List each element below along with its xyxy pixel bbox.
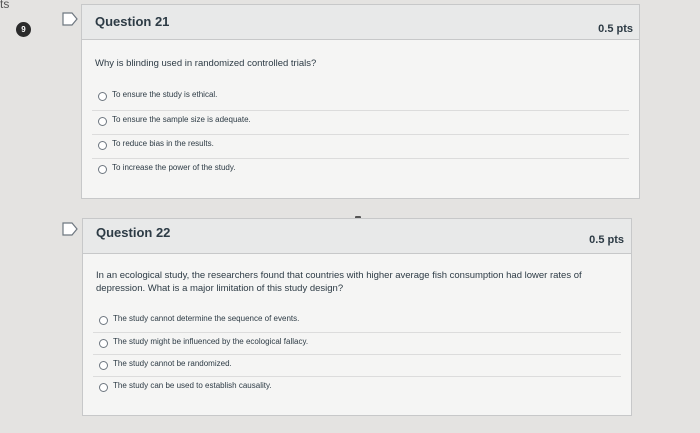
radio-button[interactable] [99,316,108,325]
answer-option[interactable]: To ensure the study is ethical. [92,86,629,108]
answer-option[interactable]: To ensure the sample size is adequate. [92,110,629,133]
flag-question-21-icon[interactable] [62,12,78,26]
answer-label: The study cannot be randomized. [113,359,232,368]
question-22-title: Question 22 [96,225,171,240]
answer-label: To ensure the study is ethical. [112,90,218,99]
answer-option[interactable]: The study can be used to establish causa… [93,376,621,399]
radio-button[interactable] [99,383,108,392]
answer-label: To increase the power of the study. [112,163,236,172]
edge-text-fragment: ts [0,0,10,11]
answer-option[interactable]: To reduce bias in the results. [92,134,629,157]
question-21-text: Why is blinding used in randomized contr… [95,58,317,69]
flag-question-22-icon[interactable] [62,222,78,236]
answer-label: The study might be influenced by the eco… [113,337,309,346]
radio-button[interactable] [99,339,108,348]
radio-button[interactable] [98,165,107,174]
question-21-card: Question 21 0.5 pts Why is blinding used… [81,4,640,199]
question-21-points: 0.5 pts [598,23,633,35]
answer-label: To ensure the sample size is adequate. [112,115,251,124]
radio-button[interactable] [99,361,108,370]
question-22-header: Question 22 0.5 pts [83,219,631,254]
answer-option[interactable]: To increase the power of the study. [92,158,629,181]
question-22-text: In an ecological study, the researchers … [96,270,582,294]
radio-button[interactable] [98,92,107,101]
answer-option[interactable]: The study might be influenced by the eco… [93,332,621,355]
question-22-points: 0.5 pts [589,234,624,246]
question-22-card: Question 22 0.5 pts In an ecological stu… [82,218,632,416]
answer-label: The study can be used to establish causa… [113,381,272,390]
answer-label: To reduce bias in the results. [112,139,214,148]
answer-option[interactable]: The study cannot determine the sequence … [93,310,621,332]
radio-button[interactable] [98,141,107,150]
radio-button[interactable] [98,117,107,126]
question-21-title: Question 21 [95,14,170,29]
question-21-header: Question 21 0.5 pts [82,5,639,40]
answer-label: The study cannot determine the sequence … [113,314,300,323]
question-number-badge: 9 [16,22,31,37]
answer-option[interactable]: The study cannot be randomized. [93,354,621,377]
